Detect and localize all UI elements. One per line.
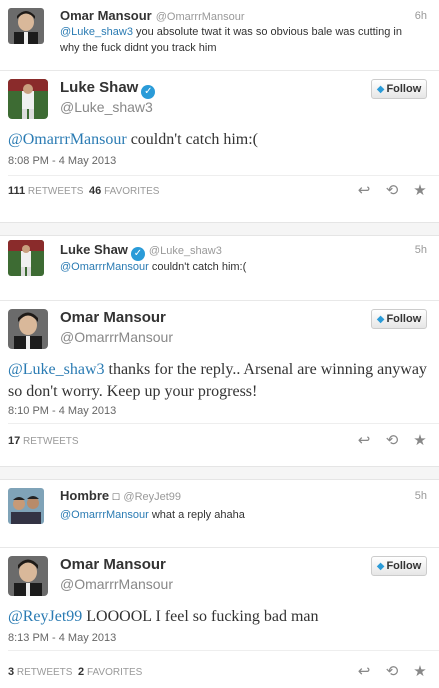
follow-button[interactable]: ◆ Follow <box>371 79 427 99</box>
avatar[interactable] <box>8 8 44 44</box>
author-handle[interactable]: @ReyJet99 <box>123 491 181 503</box>
follow-button[interactable]: ◆ Follow <box>371 556 427 576</box>
reply-icon[interactable]: ↩ <box>355 183 373 199</box>
mention-link[interactable]: @ReyJet99 <box>8 608 82 625</box>
favorite-label[interactable]: FAVORITES <box>104 186 159 197</box>
follow-label: Follow <box>386 313 422 325</box>
tweet-text: @Luke_shaw3 you absolute twat it was so … <box>60 24 420 56</box>
author-name-text[interactable]: Omar Mansour <box>60 8 152 23</box>
avatar[interactable] <box>8 240 44 276</box>
author-name[interactable]: Omar Mansour <box>60 556 166 573</box>
star-icon[interactable]: ★ <box>411 183 429 199</box>
section-gap <box>0 222 439 236</box>
tweet-text-body: what a reply ahaha <box>148 509 245 521</box>
twitter-bird-icon: ◆ <box>376 314 385 325</box>
follow-label: Follow <box>386 560 422 572</box>
follow-label: Follow <box>386 83 422 95</box>
tweet-actions: ↩ ⟲ ★ <box>355 183 429 199</box>
divider <box>8 423 439 424</box>
tweet-text-body: LOOOOL I feel so fucking bad man <box>82 608 319 625</box>
tweet-stats: 3 RETWEETS 2 FAVORITES <box>8 666 142 678</box>
tweet-text: @Luke_shaw3 thanks for the reply.. Arsen… <box>8 359 428 403</box>
favorite-label[interactable]: FAVORITES <box>87 667 142 678</box>
compact-tweet[interactable]: Hombre □ @ReyJet99 5h @OmarrrMansour what… <box>0 480 439 536</box>
tweet-date[interactable]: 8:13 PM - 4 May 2013 <box>8 632 116 644</box>
tweet-date[interactable]: 8:08 PM - 4 May 2013 <box>8 155 116 167</box>
author-name[interactable]: Hombre □ @ReyJet99 <box>60 488 181 503</box>
retweet-label[interactable]: RETWEETS <box>17 667 73 678</box>
tweet-text: @ReyJet99 LOOOOL I feel so fucking bad m… <box>8 606 428 628</box>
mention-link[interactable]: @Luke_shaw3 <box>8 361 105 378</box>
retweet-count[interactable]: 17 <box>8 435 20 447</box>
author-name-text[interactable]: Hombre <box>60 488 109 503</box>
retweet-count[interactable]: 3 <box>8 666 14 678</box>
tweet-time[interactable]: 5h <box>415 244 427 256</box>
tweet-stats: 17 RETWEETS <box>8 435 79 447</box>
tweet-text-body: couldn't catch him:( <box>126 131 258 148</box>
tweet-actions: ↩ ⟲ ★ <box>355 664 429 680</box>
tweet-actions: ↩ ⟲ ★ <box>355 433 429 449</box>
embedded-tweet: Omar Mansour @OmarrrMansour ◆ Follow @Rey… <box>0 547 439 688</box>
mention-link[interactable]: @Luke_shaw3 <box>60 26 133 38</box>
author-handle[interactable]: @OmarrrMansour <box>156 11 245 23</box>
retweet-count[interactable]: 111 <box>8 185 25 197</box>
author-name-text[interactable]: Luke Shaw <box>60 242 128 257</box>
follow-button[interactable]: ◆ Follow <box>371 309 427 329</box>
tweet-time[interactable]: 5h <box>415 490 427 502</box>
author-name-text[interactable]: Luke Shaw <box>60 79 138 96</box>
retweet-icon[interactable]: ⟲ <box>383 664 401 680</box>
reply-icon[interactable]: ↩ <box>355 664 373 680</box>
tweet-text: @OmarrrMansour what a reply ahaha <box>60 507 420 523</box>
mention-link[interactable]: @OmarrrMansour <box>60 509 149 521</box>
author-handle[interactable]: @OmarrrMansour <box>60 329 173 345</box>
retweet-label[interactable]: RETWEETS <box>23 436 79 447</box>
avatar[interactable] <box>8 79 48 119</box>
retweet-icon[interactable]: ⟲ <box>383 183 401 199</box>
mention-link[interactable]: @OmarrrMansour <box>60 261 149 273</box>
author-name-text[interactable]: Omar Mansour <box>60 556 166 573</box>
section-gap <box>0 466 439 480</box>
author-name[interactable]: Omar Mansour @OmarrrMansour <box>60 8 245 23</box>
favorite-count[interactable]: 2 <box>78 666 84 678</box>
mention-link[interactable]: @OmarrrMansour <box>8 131 127 148</box>
author-handle[interactable]: @OmarrrMansour <box>60 576 173 592</box>
favorite-count[interactable]: 46 <box>89 185 101 197</box>
divider <box>8 175 439 176</box>
author-handle[interactable]: @Luke_shaw3 <box>60 99 153 115</box>
star-icon[interactable]: ★ <box>411 433 429 449</box>
author-name[interactable]: Omar Mansour <box>60 309 166 326</box>
retweet-icon[interactable]: ⟲ <box>383 433 401 449</box>
embedded-tweet: Luke Shaw ✓ @Luke_shaw3 ◆ Follow @OmarrrMa… <box>0 70 439 210</box>
author-name-text[interactable]: Omar Mansour <box>60 309 166 326</box>
divider <box>8 650 439 651</box>
tweet-stats: 111 RETWEETS 46 FAVORITES <box>8 185 159 197</box>
avatar[interactable] <box>8 556 48 596</box>
retweet-label[interactable]: RETWEETS <box>28 186 84 197</box>
avatar[interactable] <box>8 488 44 524</box>
tweet-time[interactable]: 6h <box>415 10 427 22</box>
tweet-text-body: couldn't catch him:( <box>148 261 247 273</box>
avatar[interactable] <box>8 309 48 349</box>
tweet-date[interactable]: 8:10 PM - 4 May 2013 <box>8 405 116 417</box>
author-handle[interactable]: @Luke_shaw3 <box>149 245 222 257</box>
twitter-bird-icon: ◆ <box>376 561 385 572</box>
star-icon[interactable]: ★ <box>411 664 429 680</box>
reply-icon[interactable]: ↩ <box>355 433 373 449</box>
tweet-text: @OmarrrMansour couldn't catch him:( <box>8 129 428 151</box>
twitter-bird-icon: ◆ <box>376 84 385 95</box>
verified-badge-icon: ✓ <box>141 85 156 99</box>
tweet-text: @OmarrrMansour couldn't catch him:( <box>60 259 420 275</box>
compact-tweet[interactable]: Luke Shaw ✓ @Luke_shaw3 5h @OmarrrMansour … <box>0 236 439 292</box>
emoji-glyph: □ <box>112 491 120 503</box>
author-name[interactable]: Luke Shaw ✓ <box>60 79 156 99</box>
embedded-tweet: Omar Mansour @OmarrrMansour ◆ Follow @Luk… <box>0 300 439 455</box>
compact-tweet[interactable]: Omar Mansour @OmarrrMansour 6h @Luke_shaw… <box>0 0 439 60</box>
